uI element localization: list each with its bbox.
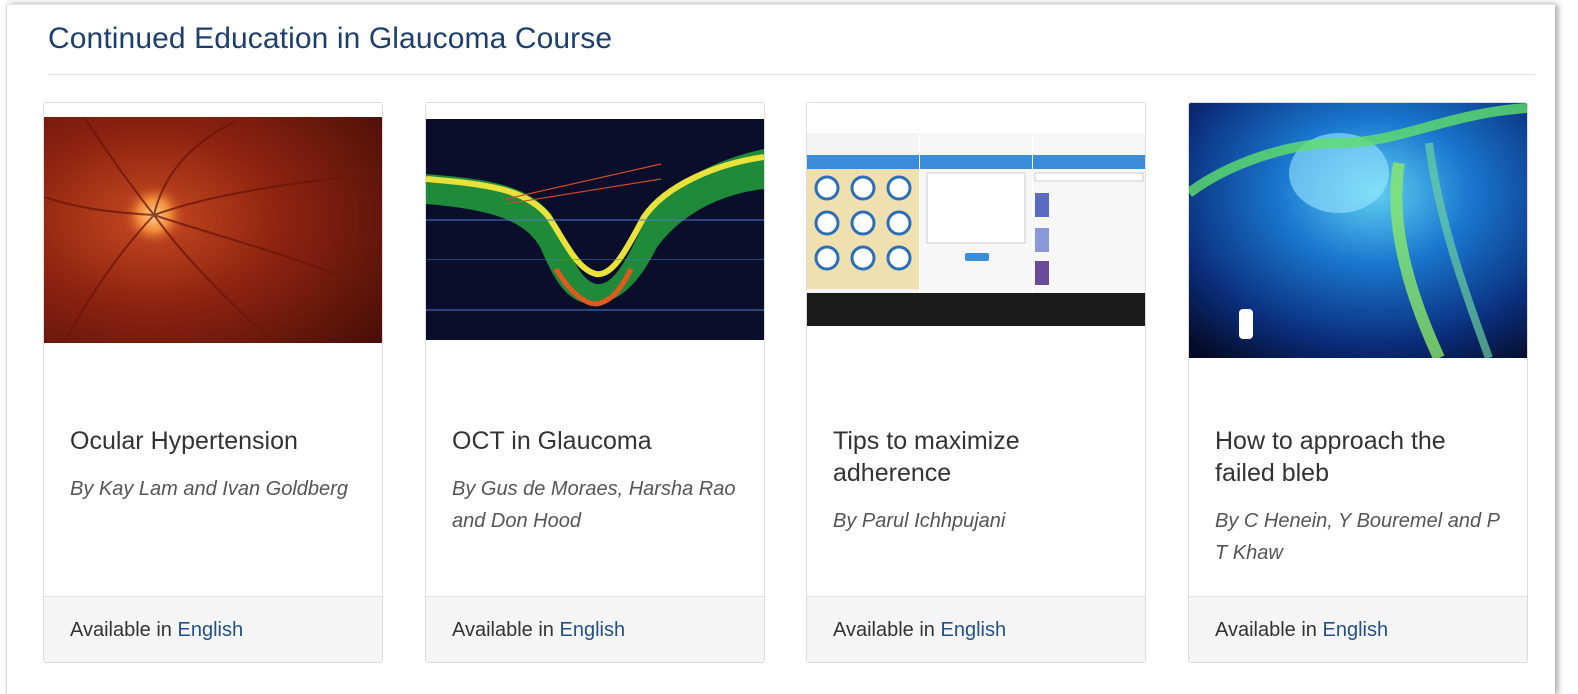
card-title[interactable]: Ocular Hypertension — [70, 425, 360, 457]
course-card-ocular-hypertension[interactable]: Ocular Hypertension By Kay Lam and Ivan … — [43, 102, 383, 663]
course-section: Continued Education in Glaucoma Course O… — [6, 4, 1555, 694]
card-footer: Available in English — [44, 596, 382, 662]
app-screenshots-image[interactable] — [807, 133, 1145, 326]
availability-label: Available in — [452, 619, 560, 641]
card-footer: Available in English — [426, 596, 764, 662]
section-title: Continued Education in Glaucoma Course — [48, 22, 613, 55]
card-author: By Gus de Moraes, Harsha Rao and Don Hoo… — [452, 478, 736, 532]
card-author: By C Henein, Y Bouremel and P T Khaw — [1215, 510, 1500, 564]
bleb-image[interactable] — [1189, 103, 1527, 358]
card-footer: Available in English — [1189, 596, 1527, 662]
card-title[interactable]: Tips to maximize adherence — [833, 425, 1123, 489]
language-link-english[interactable]: English — [177, 619, 243, 641]
card-author: By Kay Lam and Ivan Goldberg — [70, 478, 348, 500]
course-card-failed-bleb[interactable]: How to approach the failed bleb By C Hen… — [1188, 102, 1528, 663]
course-card-oct-in-glaucoma[interactable]: OCT in Glaucoma By Gus de Moraes, Harsha… — [425, 102, 765, 663]
section-divider — [48, 74, 1535, 75]
language-link-english[interactable]: English — [940, 619, 1006, 641]
card-footer: Available in English — [807, 596, 1145, 662]
course-card-tips-adherence[interactable]: Tips to maximize adherence By Parul Ichh… — [806, 102, 1146, 663]
language-link-english[interactable]: English — [559, 619, 625, 641]
oct-scan-image[interactable] — [426, 119, 764, 340]
language-link-english[interactable]: English — [1322, 619, 1388, 641]
card-title[interactable]: How to approach the failed bleb — [1215, 425, 1505, 489]
fundus-image[interactable] — [44, 117, 382, 343]
card-title[interactable]: OCT in Glaucoma — [452, 425, 742, 457]
card-author: By Parul Ichhpujani — [833, 510, 1006, 532]
availability-label: Available in — [833, 619, 941, 641]
availability-label: Available in — [1215, 619, 1323, 641]
availability-label: Available in — [70, 619, 178, 641]
